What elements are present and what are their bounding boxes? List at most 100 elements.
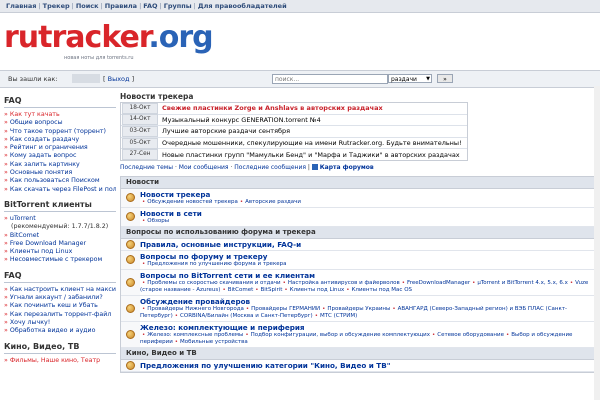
sidebar-link[interactable]: Рейтинг и ограничения	[10, 144, 88, 151]
forum-map-link[interactable]: Карта форумов	[320, 164, 374, 171]
news-title-wrapper: Новые пластинки групп "Мамульки Бенд" и …	[162, 151, 460, 159]
subforum-link[interactable]: FreeDownloadManager	[407, 280, 470, 286]
nav-link[interactable]: Для правообладателей	[198, 2, 287, 10]
sidebar-link[interactable]: Клиенты под Linux	[10, 248, 73, 255]
nav-link[interactable]: FAQ	[143, 2, 157, 10]
search-input[interactable]	[272, 74, 388, 84]
subforum-link[interactable]: Авторские раздачи	[245, 199, 301, 205]
sidebar-link[interactable]: Free Download Manager	[10, 240, 86, 247]
sidebar-link[interactable]: Кому задать вопрос	[10, 152, 77, 159]
forum-row: Предложения по улучшению категории "Кино…	[121, 359, 597, 372]
subforum-link[interactable]: Железо: комплексные проблемы	[147, 332, 243, 338]
my-messages-link[interactable]: Мои сообщения	[179, 164, 229, 171]
bullet-icon: •	[314, 312, 318, 319]
search-go-button[interactable]: »	[437, 74, 453, 83]
forum-body: Вопросы по BitTorrent сети и ее клиентам…	[140, 269, 597, 295]
category-header[interactable]: Новости	[121, 176, 597, 189]
subforum-link[interactable]: Обсуждение новостей трекера	[147, 199, 238, 205]
subforum-link[interactable]: Подбор конфигурации, выбор и обсуждение …	[251, 332, 430, 338]
forum-title-link[interactable]: Новости в сети	[140, 209, 594, 218]
bullet-icon: »	[4, 327, 8, 335]
sidebar-link[interactable]: BitComet	[10, 232, 39, 239]
subforum-link[interactable]: Провайдеры Нижнего Новгорода	[147, 306, 244, 312]
category-header[interactable]: Вопросы по использованию форума и трекер…	[121, 226, 597, 239]
bullet-icon: •	[142, 217, 146, 224]
subforum-link[interactable]: BitComet	[228, 287, 254, 293]
subforum-link[interactable]: Клиенты под Linux	[290, 287, 345, 293]
category-header[interactable]: Кино, Видео и ТВ	[121, 347, 597, 360]
bullet-icon: »	[4, 318, 8, 326]
subforum-link[interactable]: µTorrent и BitTorrent 4.х, 5.х, 6.х	[477, 280, 568, 286]
bullet-icon: •	[322, 305, 326, 312]
subforum-link[interactable]: Проблемы со скоростью скачивания и отдач…	[147, 280, 280, 286]
subforum-link[interactable]: МТС (СТРИМ)	[320, 313, 357, 319]
nav-link[interactable]: Группы	[164, 2, 192, 10]
news-title-link[interactable]: Очередные мошенники, спекулирующие на им…	[162, 139, 462, 147]
forum-title-link[interactable]: Новости трекера	[140, 190, 594, 199]
subforum-link[interactable]: Провайдеры ГЕРМАНИИ	[251, 306, 320, 312]
sidebar-link[interactable]: Как тут качать	[10, 111, 60, 118]
sidebar-link[interactable]: Общие вопросы	[10, 119, 63, 126]
subforum-link[interactable]: Сетевое оборудование	[437, 332, 504, 338]
nav-link[interactable]: Поиск	[76, 2, 99, 10]
sidebar-link[interactable]: Как настроить клиент на максимальную ско…	[10, 286, 116, 293]
sidebar-link[interactable]: Как починить кеш и Убать	[10, 302, 98, 309]
scrollbar[interactable]	[594, 86, 600, 400]
sidebar-link[interactable]: Как пользоваться Поиском	[10, 177, 100, 184]
sidebar-heading: BitTorrent клиенты	[4, 199, 92, 209]
news-title-link[interactable]: Свежие пластинки Zorge и Anshlavs в авто…	[162, 104, 383, 112]
news-row: 05-Окт Очередные мошенники, спекулирующие…	[121, 137, 467, 150]
sidebar-link[interactable]: Хочу лычку!	[10, 319, 50, 326]
sidebar-heading: Кино, Видео, ТВ	[4, 341, 80, 351]
nav-separator: |	[71, 2, 74, 10]
last-messages-link[interactable]: Последние сообщения	[234, 164, 306, 171]
nav-link[interactable]: Правила	[105, 2, 137, 10]
last-topics-link[interactable]: Последние темы	[120, 164, 173, 171]
sidebar-link[interactable]: uTorrent	[10, 215, 36, 222]
news-title-link[interactable]: Лучшие авторские раздачи сентября	[162, 127, 290, 135]
sidebar-item: » Как перезалить торрент-файл	[4, 311, 116, 319]
sidebar-link[interactable]: Несовместимые с трекером	[10, 256, 102, 263]
forum-title-link[interactable]: Железо: комплектующие и периферия	[140, 323, 594, 332]
bullet-icon: »	[4, 135, 8, 143]
search-scope-select[interactable]: раздачи ▼	[388, 74, 432, 83]
subforum-link[interactable]: Мобильные устройства	[180, 339, 248, 345]
bullet-icon: »	[4, 239, 8, 247]
subforum-link[interactable]: Предложения по улучшению форума и трекер…	[147, 261, 286, 267]
sidebar-link[interactable]: Основные понятия	[10, 169, 73, 176]
sidebar-item: »Как скачать через FilePost и получить C…	[4, 186, 116, 194]
subforum-link[interactable]: Настройка антивирусов и файерволов	[288, 280, 400, 286]
subforum-link[interactable]: CORBINA/Билайн (Москва и Санкт-Петербург…	[180, 313, 313, 319]
subforum-link[interactable]: Обзоры	[147, 218, 169, 224]
logout-link[interactable]: Выход	[108, 75, 130, 83]
forum-title-link[interactable]: Правила, основные инструкции, FAQ-и	[140, 240, 594, 249]
sidebar-link[interactable]: Как скачать через FilePost и получить CD…	[10, 186, 116, 193]
subforum-list: • Проблемы со скоростью скачивания и отда…	[140, 280, 594, 294]
nav-separator: |	[100, 2, 103, 10]
nav-link[interactable]: Трекер	[43, 2, 70, 10]
sidebar-link[interactable]: Как перезалить торрент-файл	[10, 311, 112, 318]
sidebar-link[interactable]: Как залить картинку	[10, 161, 80, 168]
forum-folder-icon	[126, 193, 135, 203]
forum-title-link[interactable]: Вопросы по форуму и трекеру	[140, 252, 594, 261]
nav-link[interactable]: Главная	[6, 2, 36, 10]
news-date: 27-Сен	[122, 149, 158, 161]
sidebar-link[interactable]: Угнали аккаунт / забанили?	[10, 294, 103, 301]
forum-title-link[interactable]: Предложения по улучшению категории "Кино…	[140, 361, 594, 370]
forum-title-link[interactable]: Обсуждение провайдеров	[140, 297, 594, 306]
bullet-icon: »	[4, 256, 8, 264]
sidebar-link[interactable]: Обработка видео и аудио	[10, 327, 96, 334]
sidebar-link[interactable]: Фильмы, Наше кино, Театр	[10, 357, 100, 364]
news-title-link[interactable]: Новые пластинки групп "Мамульки Бенд" и …	[162, 151, 460, 159]
subforum-link[interactable]: Провайдеры Украины	[327, 306, 390, 312]
sidebar-link[interactable]: Что такое торрент (торрент)	[10, 128, 106, 135]
forum-title-link[interactable]: Вопросы по BitTorrent сети и ее клиентам	[140, 271, 594, 280]
subforum-link[interactable]: BitSpirit	[261, 287, 283, 293]
site-logo[interactable]: rutracker.org новая ноты для torrents.ru	[4, 20, 214, 61]
bullet-icon: •	[239, 198, 244, 205]
sidebar-link[interactable]: Как создать раздачу	[10, 136, 79, 143]
sidebar-item: » uTorrent	[4, 215, 116, 223]
bullet-icon: »	[4, 214, 8, 222]
news-title-link[interactable]: Музыкальный конкурс GENERATION.torrent №…	[162, 116, 321, 124]
subforum-link[interactable]: Клиенты под Mac OS	[352, 287, 413, 293]
